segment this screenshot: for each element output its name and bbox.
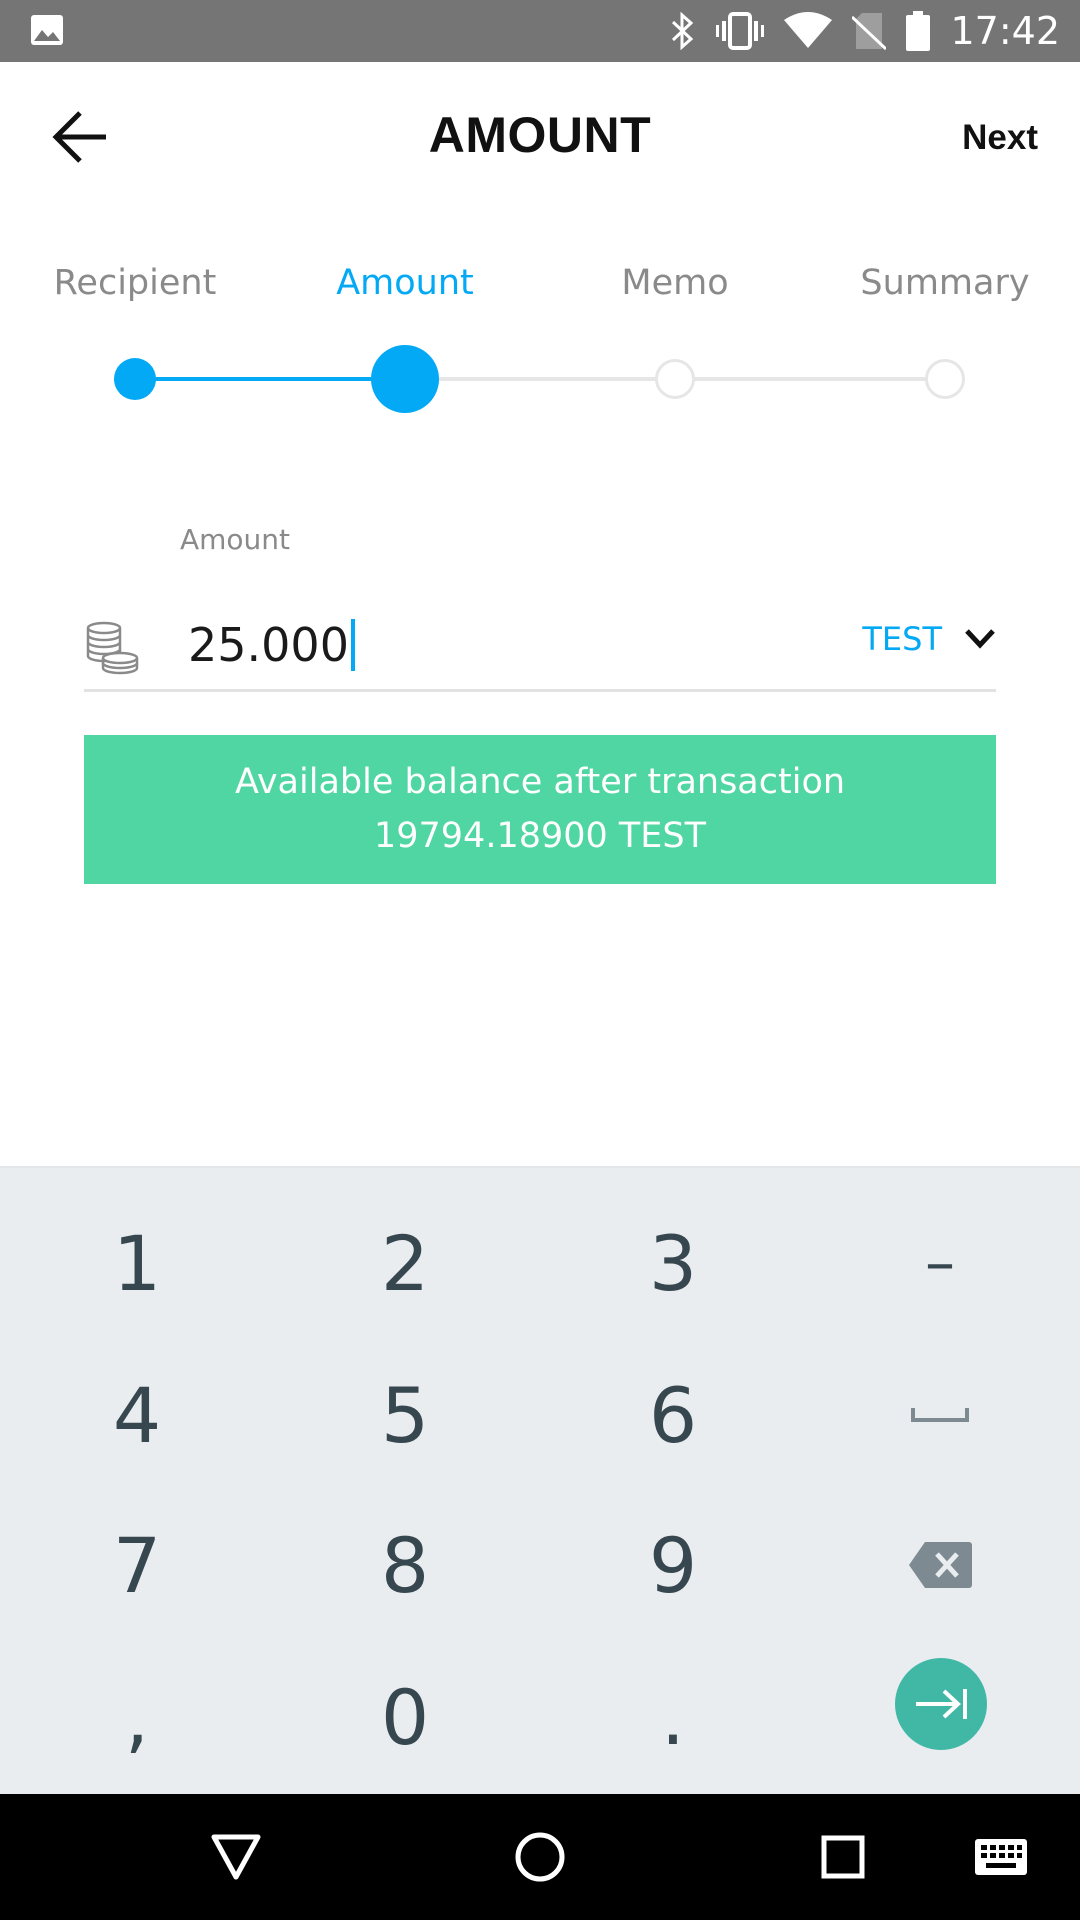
step-connector-done (135, 377, 405, 381)
balance-banner-line2: 19794.18900 TEST (373, 816, 707, 856)
key-space[interactable] (805, 1340, 1075, 1490)
amount-field[interactable]: 25.000 TEST (84, 600, 996, 692)
key-backspace[interactable] (805, 1490, 1075, 1640)
text-caret (350, 619, 355, 671)
bluetooth-icon (672, 12, 694, 50)
nav-home-button[interactable] (505, 1822, 575, 1892)
key-3[interactable]: 3 (538, 1188, 808, 1338)
chevron-down-icon (965, 629, 995, 649)
key-0[interactable]: 0 (270, 1642, 540, 1792)
key-6[interactable]: 6 (538, 1340, 808, 1490)
vibrate-icon (716, 12, 765, 50)
nav-recents-button[interactable] (808, 1822, 878, 1892)
amount-field-label: Amount (180, 523, 291, 556)
balance-banner-line1: Available balance after transaction (234, 762, 846, 802)
keyboard-icon (975, 1839, 1027, 1875)
currency-dropdown[interactable]: TEST (862, 620, 996, 658)
key-1[interactable]: 1 (2, 1188, 272, 1338)
step-dot-summary (925, 359, 965, 399)
step-dot-amount (371, 345, 439, 413)
no-sim-icon (852, 13, 887, 51)
gallery-icon (31, 15, 63, 45)
nav-keyboard-button[interactable] (966, 1822, 1036, 1892)
nav-back-button[interactable] (201, 1822, 271, 1892)
step-label-memo[interactable]: Memo (540, 263, 810, 303)
back-triangle-icon (211, 1834, 261, 1880)
home-circle-icon (515, 1832, 565, 1882)
space-bar-icon (911, 1408, 969, 1422)
backspace-icon (909, 1542, 972, 1588)
clock: 17:42 (950, 9, 1060, 53)
step-label-amount[interactable]: Amount (270, 263, 540, 303)
key-minus[interactable]: – (805, 1188, 1075, 1338)
key-4[interactable]: 4 (2, 1340, 272, 1490)
next-button[interactable]: Next (962, 118, 1038, 158)
tab-right-icon (916, 1689, 967, 1719)
step-label-recipient[interactable]: Recipient (0, 263, 270, 303)
progress-stepper: Recipient Amount Memo Summary (0, 255, 1080, 435)
amount-value: 25.000 (188, 618, 349, 672)
balance-banner: Available balance after transaction 1979… (84, 735, 996, 884)
currency-label: TEST (862, 620, 942, 658)
recents-square-icon (821, 1835, 865, 1879)
key-9[interactable]: 9 (538, 1490, 808, 1640)
key-7[interactable]: 7 (2, 1490, 272, 1640)
key-period[interactable]: . (538, 1642, 808, 1792)
step-label-summary[interactable]: Summary (810, 263, 1080, 303)
key-8[interactable]: 8 (270, 1490, 540, 1640)
system-nav-bar (0, 1794, 1080, 1920)
status-bar: 17:42 (0, 0, 1080, 62)
amount-input[interactable]: 25.000 (188, 618, 355, 672)
key-5[interactable]: 5 (270, 1340, 540, 1490)
key-2[interactable]: 2 (270, 1188, 540, 1338)
wifi-icon (784, 12, 833, 48)
page-title: AMOUNT (428, 107, 652, 163)
key-comma[interactable]: , (2, 1642, 272, 1792)
coins-icon (86, 621, 139, 675)
key-next-field[interactable] (895, 1658, 987, 1750)
step-dot-recipient (114, 358, 156, 400)
battery-icon (906, 11, 931, 51)
app-bar: AMOUNT Next (0, 62, 1080, 212)
step-dot-memo (655, 359, 695, 399)
